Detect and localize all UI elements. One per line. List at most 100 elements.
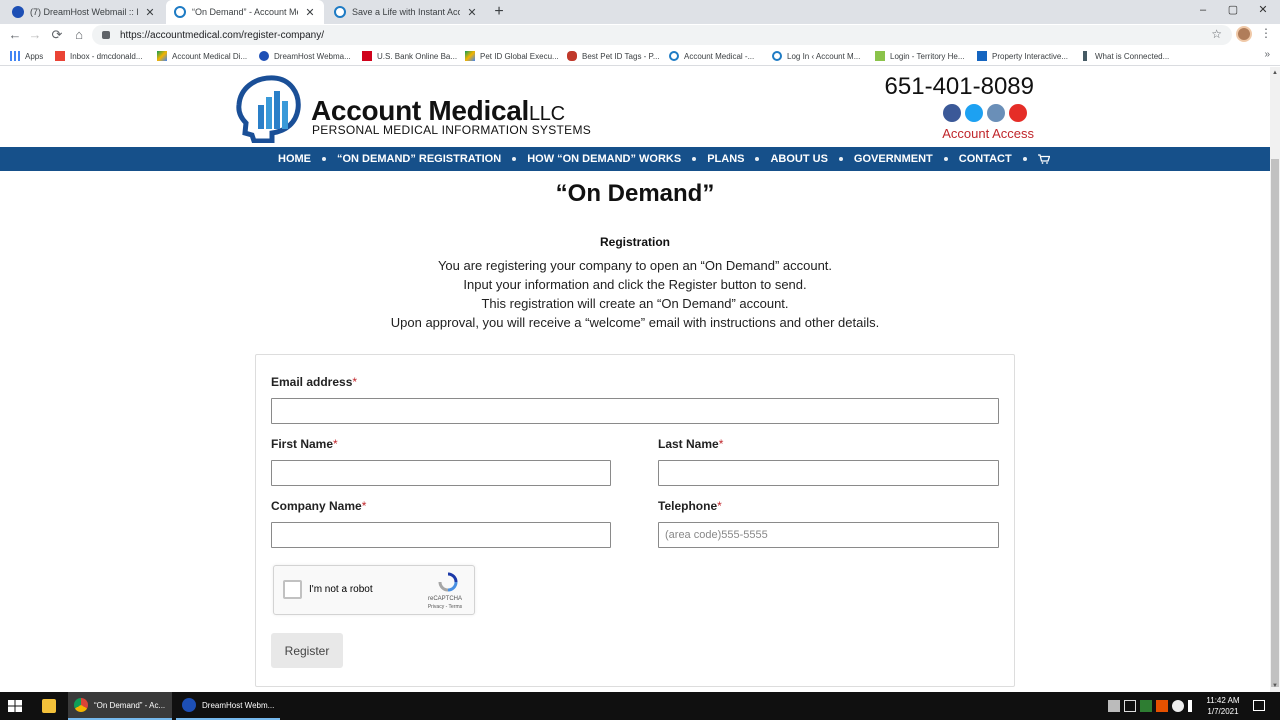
- browser-menu-icon[interactable]: ⋮: [1260, 26, 1272, 40]
- reload-button[interactable]: ⟳: [48, 26, 66, 44]
- taskbar-clock[interactable]: 11:42 AM 1/7/2021: [1200, 695, 1246, 717]
- bookmark-dreamhost[interactable]: DreamHost Webma...: [259, 49, 355, 63]
- nav-how-on-demand-works[interactable]: HOW “ON DEMAND” WORKS: [527, 153, 707, 165]
- taskbar-dreamhost-window[interactable]: DreamHost Webm...: [176, 692, 280, 720]
- bookmark-account-medical-drive[interactable]: Account Medical Di...: [157, 49, 253, 63]
- new-tab-button[interactable]: +: [490, 2, 508, 22]
- bookmark-label: Account Medical Di...: [172, 51, 248, 61]
- territory-icon: [875, 51, 885, 61]
- google-drive-icon: [157, 51, 167, 61]
- bookmark-territory[interactable]: Login - Territory He...: [875, 49, 971, 63]
- bookmark-label: Pet ID Global Execu...: [480, 51, 559, 61]
- bookmark-label: Login - Territory He...: [890, 51, 965, 61]
- profile-avatar[interactable]: [1236, 26, 1252, 42]
- tab-dreamhost-webmail[interactable]: (7) DreamHost Webmail :: Inbox ✕: [4, 0, 164, 24]
- twitter-icon[interactable]: [965, 104, 983, 122]
- tray-app-icon[interactable]: [1108, 700, 1120, 712]
- scroll-down-arrow-icon[interactable]: ▼: [1272, 683, 1278, 689]
- windows-start-icon[interactable]: [8, 700, 22, 712]
- tab-on-demand[interactable]: “On Demand” - Account Medical ✕: [166, 0, 324, 24]
- register-button[interactable]: Register: [271, 633, 343, 668]
- back-button[interactable]: ←: [6, 26, 24, 44]
- system-tray: [1108, 700, 1200, 712]
- nav-cart[interactable]: [1037, 154, 1050, 164]
- facebook-icon[interactable]: [943, 104, 961, 122]
- tray-volume-icon[interactable]: [1188, 700, 1200, 712]
- nav-separator: [943, 157, 948, 161]
- bookmark-best-pet-id[interactable]: Best Pet ID Tags - P...: [567, 49, 663, 63]
- first-name-field[interactable]: [271, 460, 611, 486]
- nav-about-us[interactable]: ABOUT US: [770, 153, 853, 165]
- close-tab-icon[interactable]: ✕: [466, 6, 478, 19]
- gmail-icon: [55, 51, 65, 61]
- bookmark-star-icon[interactable]: ☆: [1211, 27, 1222, 41]
- intro-line: Upon approval, you will receive a “welco…: [390, 315, 880, 330]
- label-text: Email address: [271, 375, 353, 389]
- nav-contact[interactable]: CONTACT: [959, 153, 1038, 165]
- nav-label: HOW “ON DEMAND” WORKS: [527, 153, 682, 165]
- label-text: First Name: [271, 437, 334, 451]
- bookmark-what-is-connected[interactable]: What is Connected...: [1080, 49, 1176, 63]
- bookmark-label: Apps: [25, 51, 44, 61]
- site-header: Account MedicalLLC PERSONAL MEDICAL INFO…: [0, 67, 1270, 147]
- company-name-field[interactable]: [271, 522, 611, 548]
- nav-label: PLANS: [707, 153, 745, 165]
- main-nav: HOME “ON DEMAND” REGISTRATION HOW “ON DE…: [0, 147, 1270, 171]
- nav-on-demand-registration[interactable]: “ON DEMAND” REGISTRATION: [337, 153, 527, 165]
- logo-tagline: PERSONAL MEDICAL INFORMATION SYSTEMS: [312, 123, 592, 137]
- forward-button[interactable]: →: [26, 26, 44, 44]
- email-field[interactable]: [271, 398, 999, 424]
- scrollbar-thumb[interactable]: [1271, 159, 1279, 687]
- phone-number[interactable]: 651-401-8089: [885, 73, 1034, 101]
- recaptcha-links[interactable]: Privacy - Terms: [417, 604, 473, 610]
- maximize-button[interactable]: ▢: [1218, 0, 1248, 20]
- tray-cloud-icon[interactable]: [1172, 700, 1184, 712]
- apps-grid-icon: [10, 51, 20, 61]
- taskbar-chrome-window[interactable]: “On Demand” - Ac...: [68, 692, 172, 720]
- close-tab-icon[interactable]: ✕: [304, 6, 316, 19]
- nav-home[interactable]: HOME: [278, 153, 337, 165]
- account-access-link[interactable]: Account Access: [942, 126, 1034, 141]
- bookmark-gmail-inbox[interactable]: Inbox - dmcdonald...: [55, 49, 151, 63]
- nav-government[interactable]: GOVERNMENT: [854, 153, 959, 165]
- nav-plans[interactable]: PLANS: [707, 153, 770, 165]
- telephone-field[interactable]: [658, 522, 999, 548]
- tray-network-icon[interactable]: [1124, 700, 1136, 712]
- nav-separator: [322, 157, 326, 161]
- nav-separator: [755, 157, 760, 161]
- tray-app-icon[interactable]: [1156, 700, 1168, 712]
- tab-title: “On Demand” - Account Medical: [192, 7, 298, 17]
- bookmark-label: Log In ‹ Account M...: [787, 51, 861, 61]
- instagram-icon[interactable]: [987, 104, 1005, 122]
- notification-icon[interactable]: [1253, 700, 1265, 711]
- bookmark-log-in[interactable]: Log In ‹ Account M...: [772, 49, 868, 63]
- home-button[interactable]: ⌂: [70, 26, 88, 44]
- scroll-up-arrow-icon[interactable]: ▲: [1272, 70, 1278, 76]
- youtube-icon[interactable]: [1009, 104, 1027, 122]
- tray-app-icon[interactable]: [1140, 700, 1152, 712]
- file-explorer-button[interactable]: [36, 692, 64, 720]
- minimize-button[interactable]: –: [1188, 0, 1218, 20]
- close-window-button[interactable]: ✕: [1248, 0, 1278, 20]
- property-icon: [977, 51, 987, 61]
- recaptcha-checkbox[interactable]: [283, 580, 302, 599]
- required-marker: *: [352, 375, 358, 389]
- bookmark-apps[interactable]: Apps: [10, 49, 43, 63]
- bookmark-us-bank[interactable]: U.S. Bank Online Ba...: [362, 49, 458, 63]
- bookmark-account-medical[interactable]: Account Medical -...: [669, 49, 765, 63]
- address-bar[interactable]: https://accountmedical.com/register-comp…: [92, 25, 1232, 45]
- last-name-field[interactable]: [658, 460, 999, 486]
- close-tab-icon[interactable]: ✕: [144, 6, 156, 19]
- more-bookmarks-icon[interactable]: »: [1264, 49, 1270, 60]
- nav-label: “ON DEMAND” REGISTRATION: [337, 153, 502, 165]
- email-label: Email address*: [271, 375, 357, 389]
- folder-icon: [42, 699, 56, 713]
- bookmark-property-interactive[interactable]: Property Interactive...: [977, 49, 1073, 63]
- bookmark-label: What is Connected...: [1095, 51, 1170, 61]
- logo-head-icon[interactable]: [234, 75, 306, 143]
- page-title: “On Demand”: [555, 180, 715, 207]
- telephone-label: Telephone*: [658, 499, 722, 513]
- bookmark-pet-id-global[interactable]: Pet ID Global Execu...: [465, 49, 561, 63]
- page-scrollbar[interactable]: ▲ ▼: [1270, 67, 1280, 692]
- tab-save-a-life[interactable]: Save a Life with Instant Access to ✕: [326, 0, 486, 24]
